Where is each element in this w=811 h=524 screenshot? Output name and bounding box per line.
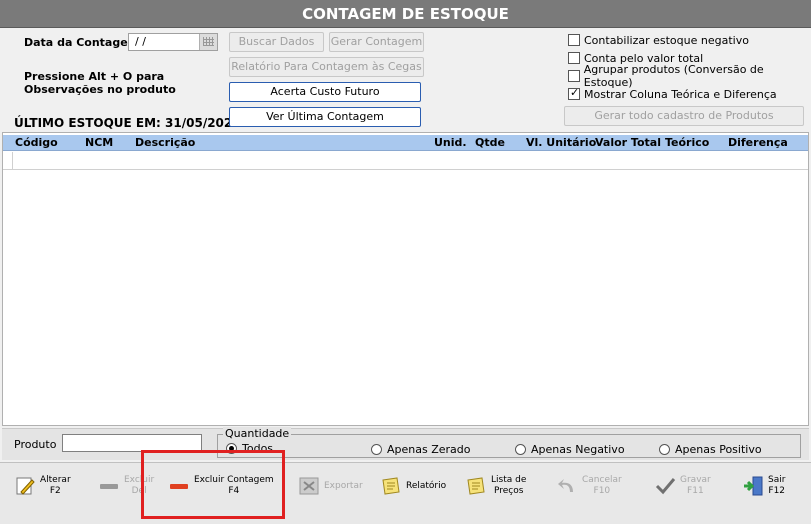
buscar-dados-button[interactable]: Buscar Dados [229, 32, 324, 52]
alterar-key: F2 [49, 486, 61, 496]
sair-label: Sair [768, 475, 786, 485]
date-label: Data da Contagem: [24, 36, 144, 49]
stock-grid[interactable]: Código NCM Descrição Unid. Qtde Vl. Unit… [2, 132, 809, 426]
relatorio-label: Relatório [406, 480, 447, 491]
radio-label: Apenas Zerado [387, 443, 471, 456]
date-value: / / [135, 35, 146, 48]
alterar-button[interactable]: Alterar F2 [14, 471, 71, 501]
option-label: Contabilizar estoque negativo [584, 33, 749, 47]
table-row[interactable] [3, 152, 808, 170]
gravar-key: F11 [687, 486, 704, 496]
checkbox[interactable] [568, 70, 580, 82]
gravar-button[interactable]: Gravar F11 [654, 471, 711, 501]
row-indicator [3, 152, 13, 170]
checkbox-checked[interactable] [568, 86, 580, 100]
col-diferenca[interactable]: Diferença [728, 135, 788, 151]
col-descricao[interactable]: Descrição [135, 135, 195, 151]
radio-apenas-negativo[interactable]: Apenas Negativo [515, 443, 625, 456]
radio-apenas-positivo[interactable]: Apenas Positivo [659, 443, 762, 456]
radio-apenas-zerado[interactable]: Apenas Zerado [371, 443, 471, 456]
exportar-button[interactable]: Exportar [298, 471, 363, 501]
hint-line2: Observações no produto [24, 83, 176, 96]
gerar-cadastro-button[interactable]: Gerar todo cadastro de Produtos [564, 106, 804, 126]
precos-label: Preços [493, 486, 524, 496]
lista-precos-button[interactable]: Lista de Preços [465, 471, 526, 501]
col-unid[interactable]: Unid. [434, 135, 467, 151]
lista-label: Lista de [491, 475, 527, 485]
sair-button[interactable]: Sair F12 [742, 471, 785, 501]
minus-icon [98, 475, 120, 497]
exportar-label: Exportar [324, 480, 363, 491]
checkbox[interactable] [568, 34, 580, 46]
quantidade-label: Quantidade [223, 427, 292, 440]
option-estoque-negativo[interactable]: Contabilizar estoque negativo [568, 32, 749, 48]
cancelar-key: F10 [593, 486, 611, 496]
filter-bar: Produto Quantidade Todos Apenas Zerado A… [2, 427, 809, 460]
pencil-icon [14, 475, 36, 497]
cancelar-button[interactable]: Cancelar F10 [556, 471, 622, 501]
exit-door-icon [742, 475, 764, 497]
radio-label: Apenas Positivo [675, 443, 762, 456]
sair-key: F12 [768, 486, 786, 496]
col-ncm[interactable]: NCM [85, 135, 113, 151]
undo-icon [556, 475, 578, 497]
quantidade-group: Quantidade Todos Apenas Zerado Apenas Ne… [217, 427, 801, 458]
col-codigo[interactable]: Código [15, 135, 58, 151]
relatorio-button[interactable]: Relatório [380, 471, 446, 501]
excel-icon [298, 475, 320, 497]
gravar-label: Gravar [680, 475, 711, 485]
col-qtde[interactable]: Qtde [475, 135, 505, 151]
col-valor-total[interactable]: Valor Total [595, 135, 661, 151]
grid-header: Código NCM Descrição Unid. Qtde Vl. Unit… [3, 135, 808, 151]
radio-dot[interactable] [515, 444, 526, 455]
last-stock-label: ÚLTIMO ESTOQUE EM: 31/05/2020 [14, 116, 241, 130]
bottom-toolbar: Alterar F2 Excluir Del Excluir Contagem F4 … [0, 462, 811, 524]
acerta-custo-button[interactable]: Acerta Custo Futuro [229, 82, 421, 102]
gerar-contagem-button[interactable]: Gerar Contagem [329, 32, 424, 52]
hint-line1: Pressione Alt + O para [24, 70, 165, 83]
check-icon [654, 475, 676, 497]
header-panel: Data da Contagem: / / Pressione Alt + O … [0, 28, 811, 132]
price-list-icon [465, 475, 487, 497]
option-mostrar-teorica[interactable]: Mostrar Coluna Teórica e Diferença [568, 86, 777, 102]
relatorio-cegas-button[interactable]: Relatório Para Contagem às Cegas [229, 57, 424, 77]
cancelar-label: Cancelar [582, 475, 622, 485]
highlight-box [141, 450, 285, 519]
radio-label: Apenas Negativo [531, 443, 625, 456]
alterar-label: Alterar [40, 475, 71, 485]
col-vl-unitario[interactable]: Vl. Unitário [526, 135, 596, 151]
produto-label: Produto [14, 438, 57, 451]
report-icon [380, 475, 402, 497]
date-input[interactable]: / / [128, 33, 218, 51]
option-agrupar-produtos[interactable]: Agrupar produtos (Conversão de Estoque) [568, 63, 811, 89]
calendar-icon[interactable] [199, 34, 217, 50]
ver-ultima-contagem-button[interactable]: Ver Última Contagem [229, 107, 421, 127]
radio-dot[interactable] [371, 444, 382, 455]
col-teorico[interactable]: Teórico [665, 135, 709, 151]
option-label: Mostrar Coluna Teórica e Diferença [584, 87, 777, 101]
window-title: CONTAGEM DE ESTOQUE [0, 0, 811, 28]
checkbox[interactable] [568, 52, 580, 64]
radio-dot[interactable] [659, 444, 670, 455]
